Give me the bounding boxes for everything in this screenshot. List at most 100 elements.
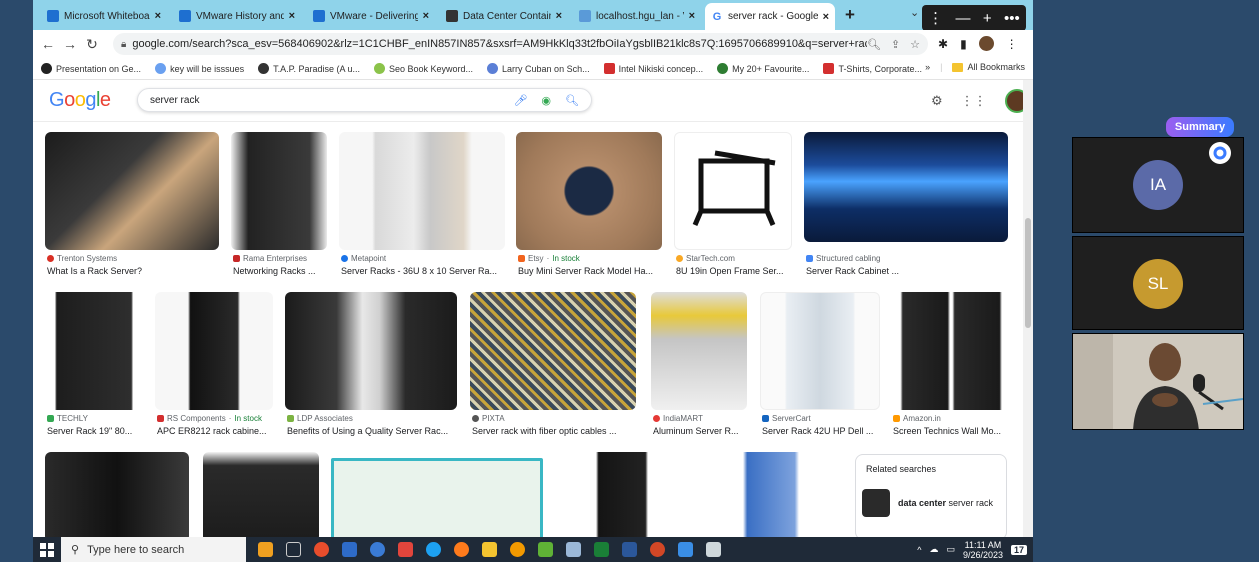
bookmark-item[interactable]: key will be isssues bbox=[155, 63, 244, 74]
page-scrollbar[interactable] bbox=[1023, 80, 1033, 537]
image-result[interactable]: IndiaMART Aluminum Server R... bbox=[651, 292, 747, 442]
close-icon[interactable]: × bbox=[556, 10, 562, 22]
word-icon[interactable] bbox=[622, 542, 637, 557]
result-thumbnail[interactable] bbox=[516, 132, 662, 250]
participant-tile[interactable]: SL bbox=[1072, 236, 1244, 330]
close-icon[interactable]: × bbox=[289, 10, 295, 22]
close-icon[interactable]: × bbox=[689, 10, 695, 22]
tab-vmware-delivering[interactable]: VMware - Delivering a × bbox=[307, 4, 435, 28]
result-title[interactable]: 8U 19in Open Frame Ser... bbox=[676, 266, 794, 276]
lock-icon[interactable]: 🔒︎ bbox=[121, 39, 126, 50]
bookmark-item[interactable]: T-Shirts, Corporate... bbox=[823, 63, 922, 74]
result-thumbnail[interactable] bbox=[701, 452, 841, 537]
app-icon[interactable] bbox=[538, 542, 553, 557]
close-icon[interactable]: × bbox=[823, 11, 829, 23]
result-thumbnail[interactable] bbox=[470, 292, 636, 410]
app-icon[interactable] bbox=[370, 542, 385, 557]
app-icon[interactable] bbox=[566, 542, 581, 557]
result-thumbnail[interactable] bbox=[339, 132, 505, 250]
minimize-button[interactable]: — bbox=[956, 10, 971, 27]
mic-icon[interactable]: 🎤︎ bbox=[513, 94, 527, 107]
image-result[interactable] bbox=[701, 452, 841, 537]
sidepanel-icon[interactable]: ▮ bbox=[960, 37, 967, 51]
result-thumbnail[interactable] bbox=[804, 132, 1008, 242]
google-logo[interactable]: Google bbox=[49, 89, 111, 112]
url-text[interactable]: google.com/search?sca_esv=568406902&rlz=… bbox=[132, 38, 867, 50]
image-result[interactable] bbox=[557, 452, 687, 537]
result-title[interactable]: Server Rack Cabinet ... bbox=[806, 266, 1010, 276]
result-title[interactable]: Server Rack 42U HP Dell ... bbox=[762, 426, 882, 436]
tab-whiteboard[interactable]: Microsoft Whiteboard × bbox=[41, 4, 167, 28]
widget-icon[interactable] bbox=[258, 542, 273, 557]
image-result[interactable]: ServerCart Server Rack 42U HP Dell ... bbox=[760, 292, 880, 442]
result-title[interactable]: Screen Technics Wall Mo... bbox=[893, 426, 1011, 436]
edge-icon[interactable] bbox=[426, 542, 441, 557]
image-result[interactable] bbox=[45, 452, 189, 537]
related-search-item[interactable]: data center server rack bbox=[862, 489, 993, 517]
result-thumbnail[interactable] bbox=[331, 458, 543, 537]
more-vertical-icon[interactable]: ⋮ bbox=[928, 9, 943, 27]
reload-icon[interactable]: ↻ bbox=[81, 36, 103, 53]
result-thumbnail[interactable] bbox=[891, 292, 1009, 410]
address-bar[interactable]: 🔒︎ google.com/search?sca_esv=568406902&r… bbox=[113, 33, 928, 55]
task-view-icon[interactable] bbox=[286, 542, 301, 557]
close-icon[interactable]: × bbox=[423, 10, 429, 22]
apps-grid-icon[interactable]: ⋮⋮ bbox=[961, 93, 987, 109]
display-icon[interactable]: ▭ bbox=[946, 544, 955, 555]
clock[interactable]: 11:11 AM 9/26/2023 bbox=[963, 540, 1003, 560]
powerpoint-icon[interactable] bbox=[650, 542, 665, 557]
tab-vmware-history[interactable]: VMware History and i × bbox=[173, 4, 301, 28]
result-title[interactable]: Server Racks - 36U 8 x 10 Server Ra... bbox=[341, 266, 507, 276]
participant-video-tile[interactable] bbox=[1072, 333, 1244, 430]
add-button[interactable]: + bbox=[983, 10, 992, 27]
result-title[interactable]: APC ER8212 rack cabine... bbox=[157, 426, 275, 436]
result-thumbnail[interactable] bbox=[45, 292, 143, 410]
result-thumbnail[interactable] bbox=[651, 292, 747, 410]
back-arrow-icon[interactable]: ← bbox=[37, 36, 59, 52]
all-bookmarks-button[interactable]: All Bookmarks bbox=[952, 62, 1025, 72]
result-title[interactable]: Benefits of Using a Quality Server Rac..… bbox=[287, 426, 459, 436]
taskbar-search-input[interactable]: ⚲ Type here to search bbox=[61, 537, 246, 562]
result-title[interactable]: What Is a Rack Server? bbox=[47, 266, 219, 276]
network-icon[interactable]: ☁︎ bbox=[929, 544, 938, 555]
image-result[interactable]: Rama Enterprises Networking Racks ... bbox=[231, 132, 327, 282]
profile-avatar[interactable] bbox=[978, 36, 994, 51]
forward-arrow-icon[interactable]: → bbox=[59, 36, 81, 52]
chevron-up-icon[interactable]: ^ bbox=[917, 545, 921, 555]
image-result[interactable]: StarTech.com 8U 19in Open Frame Ser... bbox=[674, 132, 792, 282]
result-title[interactable]: Server Rack 19" 80... bbox=[47, 426, 145, 436]
chevron-down-icon[interactable]: ⌄ bbox=[910, 6, 919, 19]
image-result[interactable]: TECHLY Server Rack 19" 80... bbox=[45, 292, 143, 442]
tab-localhost[interactable]: localhost.hgu_lan - VI × bbox=[573, 4, 701, 28]
image-result[interactable]: Structured cabling Server Rack Cabinet .… bbox=[804, 132, 1008, 282]
app-icon[interactable] bbox=[510, 542, 525, 557]
extensions-icon[interactable]: ✱ bbox=[938, 37, 948, 51]
zoom-icon[interactable]: 🔍︎ bbox=[867, 38, 881, 51]
app-icon[interactable] bbox=[706, 542, 721, 557]
new-tab-button[interactable]: + bbox=[845, 5, 855, 25]
image-result[interactable]: Amazon.in Screen Technics Wall Mo... bbox=[891, 292, 1009, 442]
file-explorer-icon[interactable] bbox=[482, 542, 497, 557]
image-result[interactable] bbox=[331, 458, 543, 537]
image-result[interactable]: Metapoint Server Racks - 36U 8 x 10 Serv… bbox=[339, 132, 505, 282]
app-icon[interactable] bbox=[398, 542, 413, 557]
result-thumbnail[interactable] bbox=[45, 132, 219, 250]
result-thumbnail[interactable] bbox=[203, 452, 319, 537]
app-icon[interactable] bbox=[342, 542, 357, 557]
result-thumbnail[interactable] bbox=[674, 132, 792, 250]
search-icon[interactable]: 🔍︎ bbox=[565, 94, 579, 107]
result-thumbnail[interactable] bbox=[45, 452, 189, 537]
copilot-icon[interactable] bbox=[1209, 142, 1231, 164]
result-thumbnail[interactable] bbox=[155, 292, 273, 410]
notification-badge[interactable]: 17 bbox=[1010, 544, 1027, 555]
star-icon[interactable]: ☆ bbox=[910, 38, 920, 51]
image-result[interactable]: RS Components · In stock APC ER8212 rack c… bbox=[155, 292, 273, 442]
bookmark-item[interactable]: Seo Book Keyword... bbox=[373, 63, 473, 74]
more-horizontal-icon[interactable]: ••• bbox=[1004, 10, 1020, 27]
bookmark-item[interactable]: Presentation on Ge... bbox=[41, 63, 141, 74]
search-input[interactable]: server rack 🎤︎ ◉ 🔍︎ bbox=[137, 88, 592, 112]
summary-button[interactable]: Summary bbox=[1166, 117, 1234, 137]
gear-icon[interactable]: ⚙ bbox=[931, 93, 943, 109]
result-thumbnail[interactable] bbox=[760, 292, 880, 410]
bookmark-item[interactable]: My 20+ Favourite... bbox=[717, 63, 809, 74]
